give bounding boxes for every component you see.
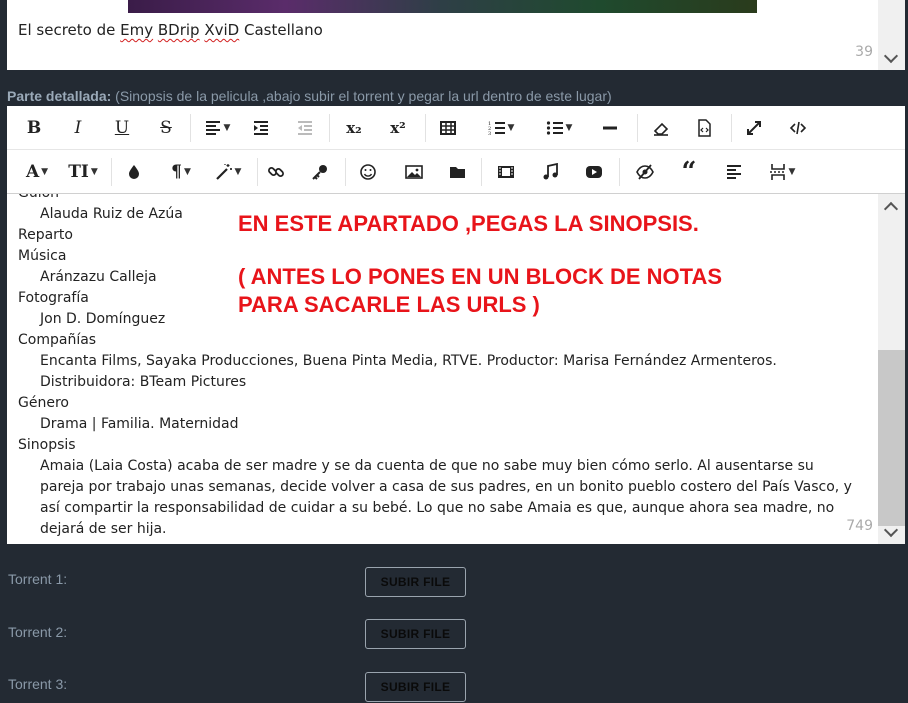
music-icon[interactable] (539, 158, 561, 186)
subscript-icon[interactable]: x₂ (341, 114, 367, 142)
chevron-up-icon[interactable] (883, 201, 899, 217)
instruction-note-line-1: EN ESTE APARTADO ,PEGAS LA SINOPSIS. (238, 211, 699, 236)
editor-line: Género (18, 395, 69, 411)
title-textarea[interactable]: El secreto de Emy BDrip XviD Castellano … (7, 0, 905, 70)
editor-line: Compañías (18, 332, 97, 348)
instruction-note-line-3: PARA SACARLE LAS URLS ) (238, 292, 540, 317)
toolbar-divider (637, 114, 638, 142)
font-label: A (25, 162, 40, 182)
toolbar-divider (329, 114, 330, 142)
code-file-icon[interactable] (693, 114, 715, 142)
hide-icon[interactable] (633, 158, 657, 186)
toolbar-divider (190, 114, 191, 142)
indent-icon[interactable] (249, 114, 273, 142)
toolbar-divider (619, 158, 620, 186)
toolbar-divider (731, 114, 732, 142)
paragraph-label: ¶ (171, 162, 182, 182)
unordered-list-icon[interactable]: ▼ (539, 114, 579, 142)
fullscreen-icon[interactable] (743, 114, 765, 142)
title-text: El secreto de Emy BDrip XviD Castellano (18, 21, 323, 39)
font-size-icon[interactable]: TI ▼ (65, 158, 101, 186)
color-drop-icon[interactable] (123, 158, 145, 186)
font-size-label: TI (68, 162, 89, 182)
torrent-1-label: Torrent 1: (8, 571, 68, 587)
page-break-icon[interactable]: ▼ (765, 158, 799, 186)
folder-icon[interactable] (447, 158, 469, 186)
editor-scrollbar[interactable] (878, 194, 905, 544)
toolbar-divider (257, 158, 258, 186)
char-counter: 749 (842, 516, 877, 536)
eraser-icon[interactable] (649, 114, 673, 142)
title-scrollbar[interactable] (878, 0, 905, 70)
table-icon[interactable] (437, 114, 459, 142)
editor-line: Guión (18, 194, 860, 204)
torrent-3-label: Torrent 3: (8, 676, 68, 692)
section-label: Parte detallada: (Sinopsis de la pelicul… (7, 88, 612, 104)
source-code-icon[interactable] (787, 114, 809, 142)
upload-torrent-2-button[interactable]: SUBIR FILE (365, 619, 466, 649)
underline-icon[interactable]: U (111, 114, 133, 142)
scrollbar-thumb[interactable] (878, 350, 905, 526)
key-icon[interactable] (309, 158, 331, 186)
align-left-icon[interactable] (723, 158, 745, 186)
editor-toolbar: B I U S ▼ x₂ x² 1 2 3 ▼ ▼ A ▼ TI ▼ ¶ ▼ ▼… (7, 106, 905, 194)
char-counter: 39 (851, 42, 877, 62)
font-icon[interactable]: A ▼ (21, 158, 53, 186)
youtube-icon[interactable] (583, 158, 605, 186)
svg-text:3: 3 (488, 131, 491, 137)
editor-content[interactable]: GuiónAlauda Ruiz de AzúaRepartoMúsicaArá… (18, 194, 860, 540)
toolbar-divider (481, 158, 482, 186)
strikethrough-icon[interactable]: S (155, 114, 177, 142)
upload-torrent-3-button[interactable]: SUBIR FILE (365, 672, 466, 702)
align-icon[interactable]: ▼ (201, 114, 233, 142)
smiley-icon[interactable] (357, 158, 379, 186)
italic-icon[interactable]: I (67, 114, 89, 142)
upload-torrent-1-button[interactable]: SUBIR FILE (365, 567, 466, 597)
editor-line: Drama | Familia. Maternidad (40, 416, 239, 432)
link-icon[interactable] (265, 158, 287, 186)
toolbar-row-2: A ▼ TI ▼ ¶ ▼ ▼ “ ▼ (7, 150, 905, 194)
instruction-note-line-2: ( ANTES LO PONES EN UN BLOCK DE NOTAS (238, 264, 723, 289)
bold-icon[interactable]: B (23, 114, 45, 142)
torrent-2-label: Torrent 2: (8, 624, 68, 640)
synopsis-editor[interactable]: GuiónAlauda Ruiz de AzúaRepartoMúsicaArá… (7, 194, 905, 544)
horizontal-rule-icon[interactable] (599, 114, 621, 142)
quote-icon[interactable]: “ (677, 157, 701, 187)
chevron-down-icon[interactable] (883, 48, 899, 64)
toolbar-row-1: B I U S ▼ x₂ x² 1 2 3 ▼ ▼ (7, 106, 905, 150)
superscript-icon[interactable]: x² (385, 114, 411, 142)
poster-image-strip (128, 0, 757, 13)
toolbar-divider (111, 158, 112, 186)
video-icon[interactable] (495, 158, 517, 186)
outdent-icon[interactable] (293, 114, 317, 142)
ordered-list-icon[interactable]: 1 2 3 ▼ (481, 114, 521, 142)
editor-line: Amaia (Laia Costa) acaba de ser madre y … (40, 458, 852, 537)
editor-line: Sinopsis (18, 437, 76, 453)
editor-line: Encanta Films, Sayaka Producciones, Buen… (40, 353, 777, 390)
toolbar-divider (425, 114, 426, 142)
magic-wand-icon[interactable]: ▼ (211, 158, 245, 186)
paragraph-icon[interactable]: ¶ ▼ (165, 158, 197, 186)
image-icon[interactable] (403, 158, 425, 186)
toolbar-divider (345, 158, 346, 186)
